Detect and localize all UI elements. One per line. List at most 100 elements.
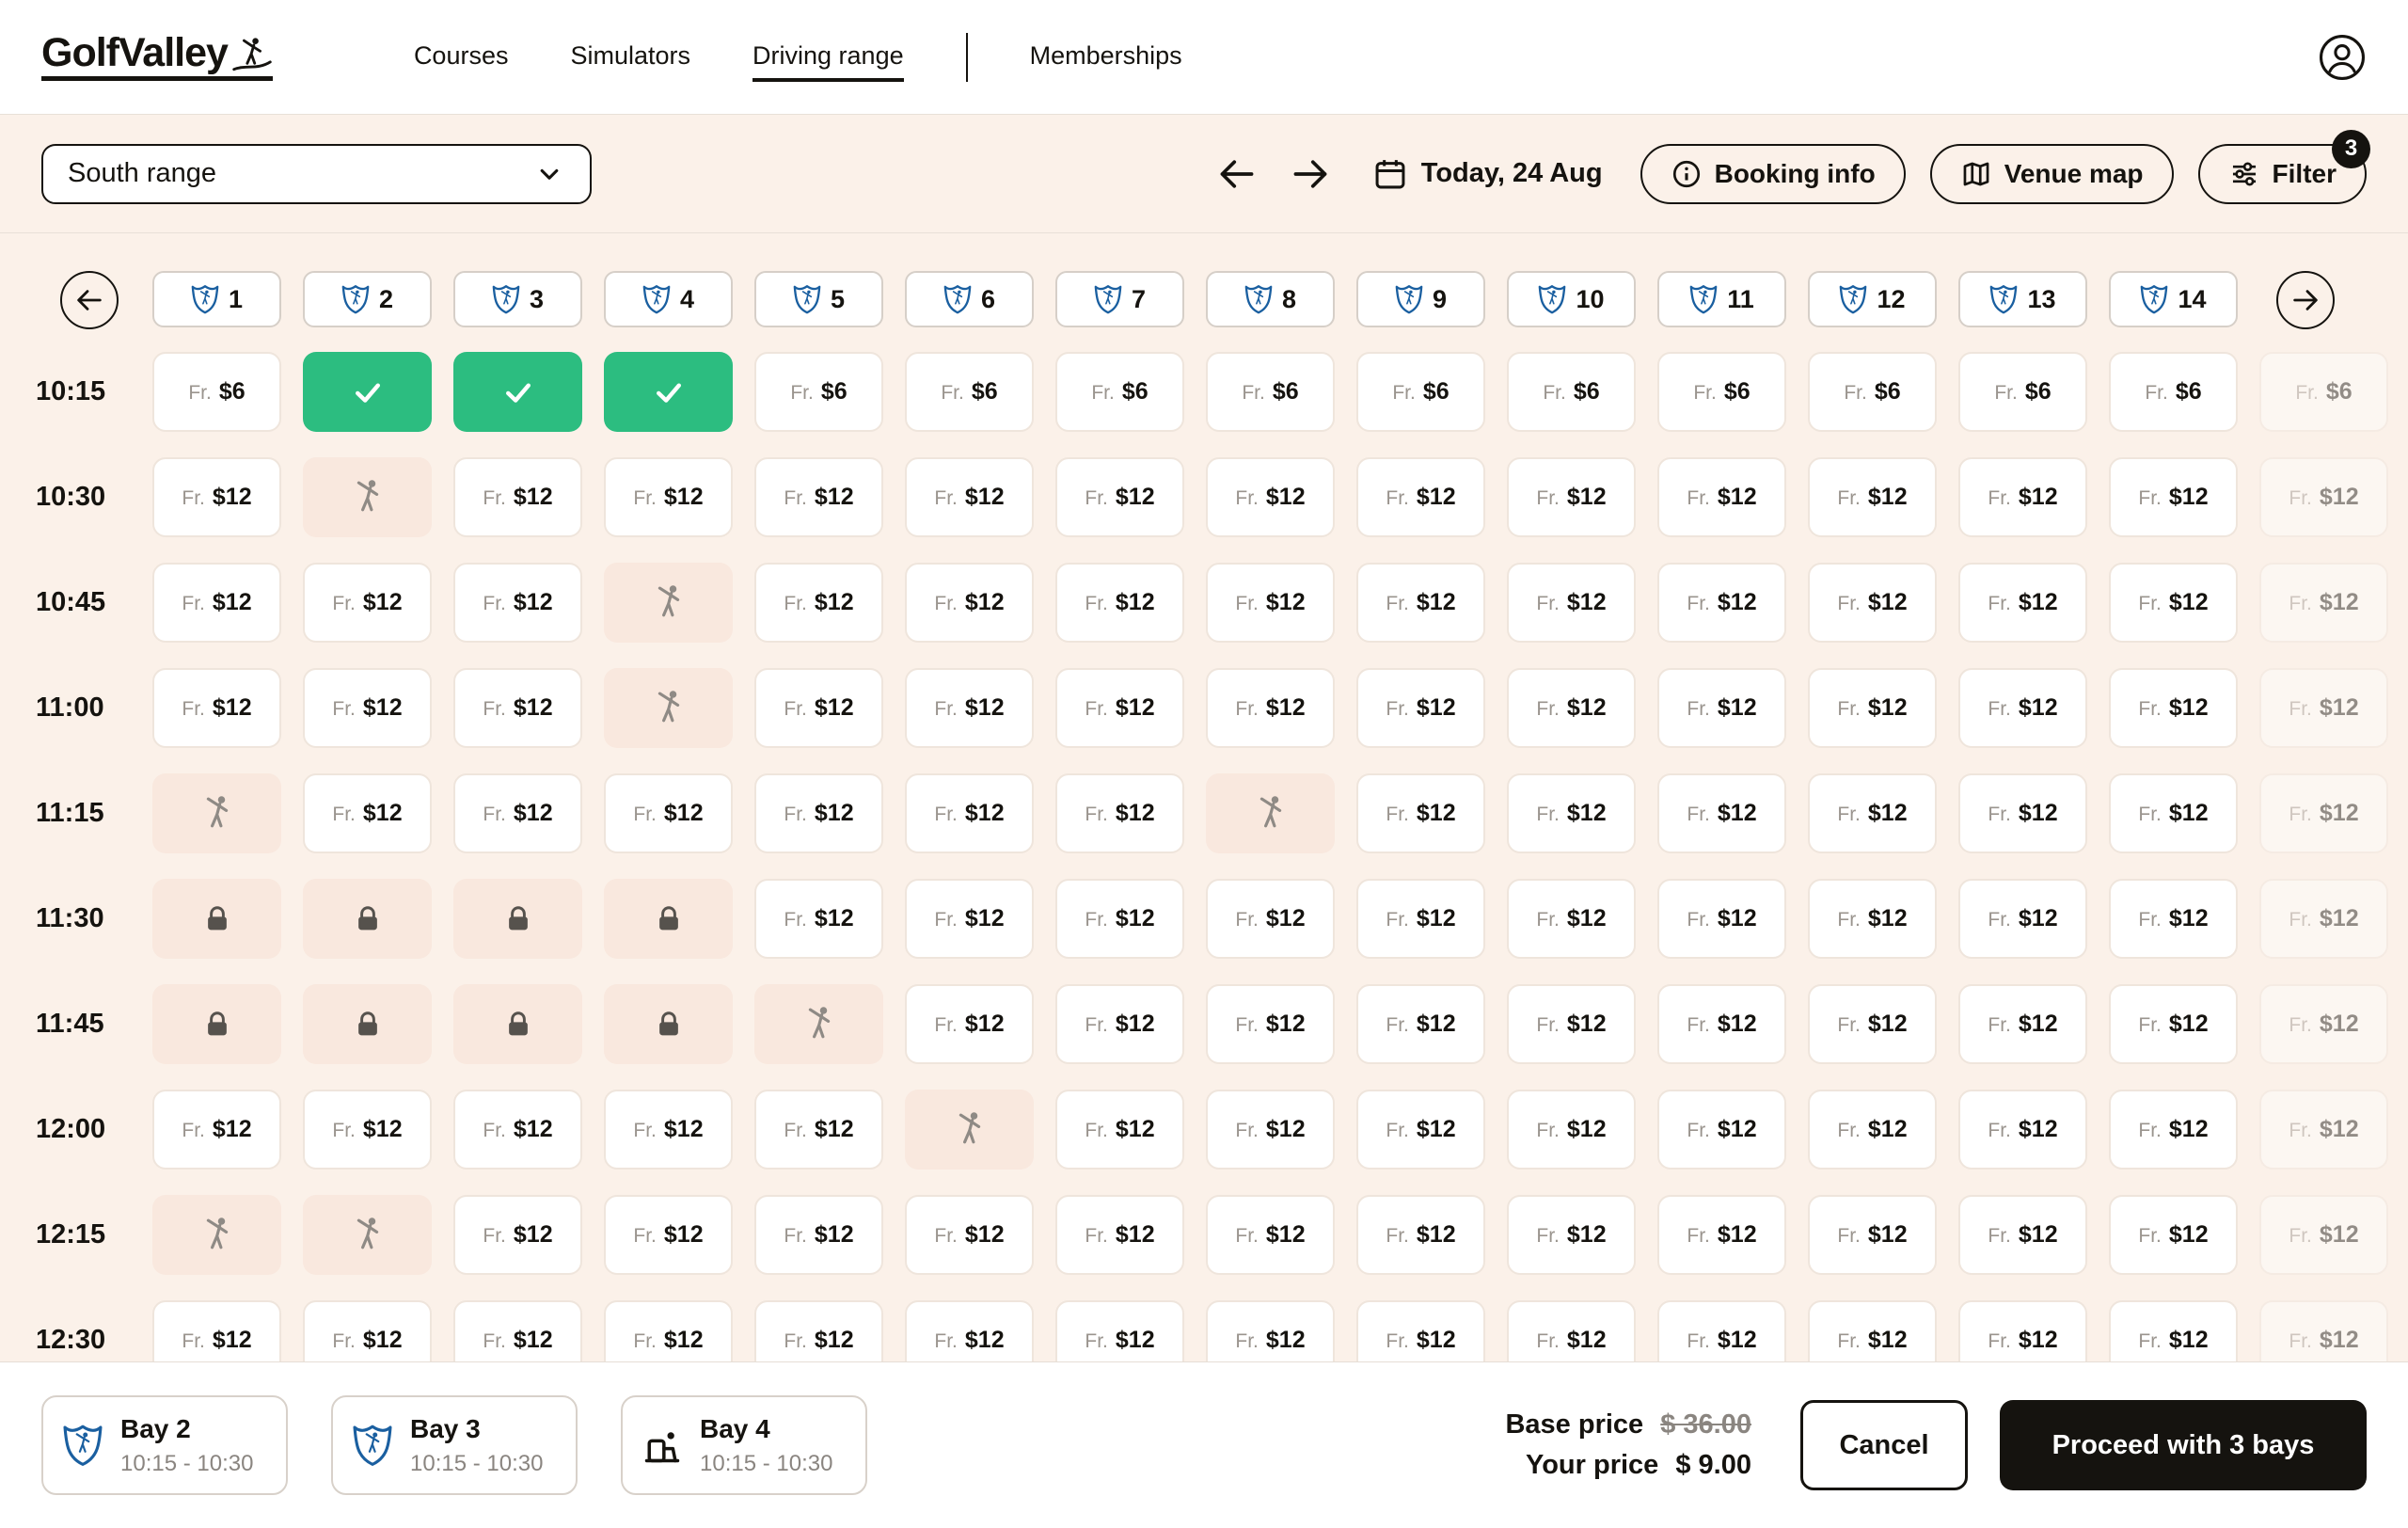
slot-available[interactable]: Fr.$6	[1958, 352, 2087, 432]
brand-logo[interactable]: GolfValley	[41, 33, 273, 81]
slot-available[interactable]: Fr.$12	[905, 1300, 1034, 1361]
slot-available[interactable]: Fr.$12	[1055, 1195, 1184, 1275]
slot-available[interactable]: Fr.$6	[1206, 352, 1335, 432]
slot-available[interactable]: Fr.$12	[1958, 1195, 2087, 1275]
slot-available[interactable]: Fr.$12	[1958, 563, 2087, 643]
slot-available[interactable]: Fr.$12	[1356, 984, 1485, 1064]
slot-available[interactable]: Fr.$12	[1507, 668, 1636, 748]
slot-available[interactable]: Fr.$12	[1657, 879, 1786, 959]
slot-available[interactable]: Fr.$12	[1808, 668, 1937, 748]
slot-available[interactable]: Fr.$12	[1507, 563, 1636, 643]
slot-available[interactable]: Fr.$12	[1657, 984, 1786, 1064]
prev-day-button[interactable]	[1212, 150, 1261, 199]
slot-selected[interactable]	[453, 352, 582, 432]
scroll-bays-left-button[interactable]	[60, 271, 119, 329]
slot-available[interactable]: Fr.$12	[1808, 1300, 1937, 1361]
slot-available[interactable]: Fr.$12	[1657, 563, 1786, 643]
slot-available[interactable]: Fr.$12	[604, 1195, 733, 1275]
slot-available[interactable]: Fr.$12	[2259, 668, 2388, 748]
slot-available[interactable]: Fr.$12	[1206, 668, 1335, 748]
slot-available[interactable]: Fr.$12	[303, 773, 432, 853]
slot-available[interactable]: Fr.$12	[1055, 773, 1184, 853]
slot-available[interactable]: Fr.$12	[152, 1090, 281, 1170]
slot-available[interactable]: Fr.$12	[453, 1090, 582, 1170]
slot-available[interactable]: Fr.$12	[1055, 668, 1184, 748]
slot-available[interactable]: Fr.$12	[1507, 1090, 1636, 1170]
slot-available[interactable]: Fr.$12	[754, 1090, 883, 1170]
slot-available[interactable]: Fr.$6	[2109, 352, 2238, 432]
slot-available[interactable]: Fr.$12	[604, 457, 733, 537]
slot-available[interactable]: Fr.$12	[905, 879, 1034, 959]
slot-available[interactable]: Fr.$12	[1206, 1090, 1335, 1170]
slot-available[interactable]: Fr.$12	[1958, 1090, 2087, 1170]
selected-bay-card[interactable]: Bay 3 10:15 - 10:30	[331, 1395, 578, 1495]
slot-available[interactable]: Fr.$12	[2109, 563, 2238, 643]
slot-available[interactable]: Fr.$12	[2259, 984, 2388, 1064]
bay-header-6[interactable]: 6	[905, 271, 1034, 327]
slot-available[interactable]: Fr.$12	[303, 1090, 432, 1170]
slot-available[interactable]: Fr.$12	[754, 773, 883, 853]
bay-header-2[interactable]: 2	[303, 271, 432, 327]
slot-available[interactable]: Fr.$12	[2259, 1090, 2388, 1170]
account-button[interactable]	[2318, 33, 2367, 82]
next-day-button[interactable]	[1286, 150, 1335, 199]
slot-available[interactable]: Fr.$12	[905, 984, 1034, 1064]
slot-available[interactable]: Fr.$12	[1055, 563, 1184, 643]
slot-available[interactable]: Fr.$12	[1055, 1300, 1184, 1361]
slot-available[interactable]: Fr.$12	[1808, 773, 1937, 853]
slot-available[interactable]: Fr.$12	[754, 1300, 883, 1361]
date-picker[interactable]: Today, 24 Aug	[1372, 156, 1603, 192]
bay-header-12[interactable]: 12	[1808, 271, 1937, 327]
slot-available[interactable]: Fr.$6	[1055, 352, 1184, 432]
slot-available[interactable]: Fr.$12	[1206, 457, 1335, 537]
slot-available[interactable]: Fr.$12	[1808, 457, 1937, 537]
bay-header-8[interactable]: 8	[1206, 271, 1335, 327]
slot-available[interactable]: Fr.$12	[1055, 1090, 1184, 1170]
slot-available[interactable]: Fr.$12	[754, 879, 883, 959]
slot-available[interactable]: Fr.$12	[1958, 1300, 2087, 1361]
nav-memberships[interactable]: Memberships	[1030, 32, 1182, 82]
slot-available[interactable]: Fr.$12	[1958, 773, 2087, 853]
slot-available[interactable]: Fr.$12	[2259, 773, 2388, 853]
slot-available[interactable]: Fr.$12	[453, 668, 582, 748]
slot-available[interactable]: Fr.$12	[1356, 457, 1485, 537]
bay-header-9[interactable]: 9	[1356, 271, 1485, 327]
slot-available[interactable]: Fr.$12	[2109, 668, 2238, 748]
slot-available[interactable]: Fr.$12	[1657, 457, 1786, 537]
slot-available[interactable]: Fr.$6	[754, 352, 883, 432]
slot-available[interactable]: Fr.$12	[152, 668, 281, 748]
slot-available[interactable]: Fr.$12	[604, 1300, 733, 1361]
cancel-button[interactable]: Cancel	[1800, 1400, 1968, 1490]
bay-header-13[interactable]: 13	[1958, 271, 2087, 327]
slot-available[interactable]: Fr.$12	[1356, 879, 1485, 959]
slot-available[interactable]: Fr.$12	[905, 773, 1034, 853]
slot-available[interactable]: Fr.$12	[2259, 879, 2388, 959]
slot-available[interactable]: Fr.$6	[1808, 352, 1937, 432]
slot-available[interactable]: Fr.$6	[905, 352, 1034, 432]
slot-available[interactable]: Fr.$12	[1055, 984, 1184, 1064]
slot-available[interactable]: Fr.$12	[1356, 773, 1485, 853]
slot-available[interactable]: Fr.$12	[1055, 457, 1184, 537]
nav-courses[interactable]: Courses	[414, 32, 509, 82]
slot-available[interactable]: Fr.$12	[1507, 457, 1636, 537]
range-select[interactable]: South range	[41, 144, 592, 204]
slot-available[interactable]: Fr.$12	[1808, 563, 1937, 643]
slot-available[interactable]: Fr.$12	[1808, 984, 1937, 1064]
slot-available[interactable]: Fr.$12	[1808, 1090, 1937, 1170]
slot-available[interactable]: Fr.$12	[1808, 1195, 1937, 1275]
slot-available[interactable]: Fr.$12	[2259, 1195, 2388, 1275]
slot-available[interactable]: Fr.$12	[2109, 1090, 2238, 1170]
slot-available[interactable]: Fr.$12	[152, 1300, 281, 1361]
slot-available[interactable]: Fr.$12	[1958, 984, 2087, 1064]
slot-available[interactable]: Fr.$12	[1206, 563, 1335, 643]
slot-available[interactable]: Fr.$12	[1657, 668, 1786, 748]
bay-header-14[interactable]: 14	[2109, 271, 2238, 327]
slot-available[interactable]: Fr.$6	[2259, 352, 2388, 432]
slot-available[interactable]: Fr.$6	[1356, 352, 1485, 432]
bay-header-1[interactable]: 1	[152, 271, 281, 327]
slot-selected[interactable]	[303, 352, 432, 432]
slot-available[interactable]: Fr.$12	[1356, 563, 1485, 643]
slot-available[interactable]: Fr.$12	[604, 773, 733, 853]
filter-button[interactable]: Filter 3	[2198, 144, 2367, 204]
slot-available[interactable]: Fr.$12	[303, 563, 432, 643]
